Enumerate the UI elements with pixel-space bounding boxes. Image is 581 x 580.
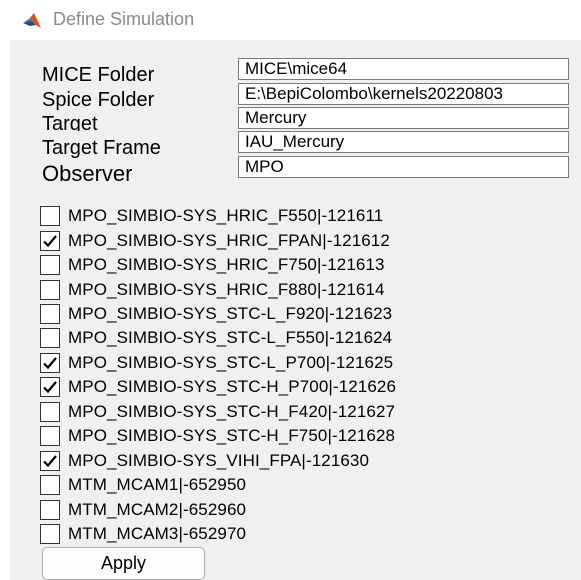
checkbox[interactable] xyxy=(40,524,60,544)
checkmark-icon xyxy=(43,235,57,248)
instrument-checkbox-row[interactable]: MPO_SIMBIO-SYS_HRIC_F880|-121614 xyxy=(40,278,560,302)
checkbox[interactable] xyxy=(40,280,60,300)
instrument-label: MPO_SIMBIO-SYS_STC-L_F920|-121623 xyxy=(68,304,393,323)
checkbox[interactable] xyxy=(40,475,60,495)
instrument-checkbox-row[interactable]: MPO_SIMBIO-SYS_VIHI_FPA|-121630 xyxy=(40,449,560,473)
instrument-label: MPO_SIMBIO-SYS_STC-L_P700|-121625 xyxy=(68,353,394,372)
instrument-label: MPO_SIMBIO-SYS_HRIC_F750|-121613 xyxy=(68,255,385,274)
checkbox[interactable] xyxy=(40,402,60,422)
instrument-label: MTM_MCAM1|-652950 xyxy=(68,475,247,494)
matlab-logo-icon xyxy=(22,11,42,31)
spice-folder-field[interactable] xyxy=(238,83,569,105)
checkbox[interactable] xyxy=(40,304,60,324)
checkbox[interactable] xyxy=(40,500,60,520)
instrument-label: MPO_SIMBIO-SYS_STC-L_F550|-121624 xyxy=(68,328,393,347)
instrument-label: MTM_MCAM3|-652970 xyxy=(68,524,247,543)
instrument-checkbox-row[interactable]: MPO_SIMBIO-SYS_STC-L_P700|-121625 xyxy=(40,351,560,375)
target-frame-field[interactable] xyxy=(238,131,569,153)
instrument-label: MTM_MCAM2|-652960 xyxy=(68,500,247,519)
instrument-checkbox-row[interactable]: MPO_SIMBIO-SYS_STC-L_F920|-121623 xyxy=(40,302,560,326)
checkbox[interactable] xyxy=(40,206,60,226)
instrument-checkbox-row[interactable]: MPO_SIMBIO-SYS_STC-L_F550|-121624 xyxy=(40,326,560,350)
instrument-label: MPO_SIMBIO-SYS_STC-H_F750|-121628 xyxy=(68,426,396,445)
instrument-label: MPO_SIMBIO-SYS_STC-H_F420|-121627 xyxy=(68,402,396,421)
instrument-checkbox-row[interactable]: MTM_MCAM3|-652970 xyxy=(40,522,560,546)
instrument-checkbox-row[interactable]: MPO_SIMBIO-SYS_STC-H_F750|-121628 xyxy=(40,424,560,448)
instrument-checkbox-row[interactable]: MPO_SIMBIO-SYS_HRIC_F550|-121611 xyxy=(40,204,560,228)
mice-folder-label: MICE Folder xyxy=(42,64,155,86)
checkbox[interactable] xyxy=(40,377,60,397)
checkbox[interactable] xyxy=(40,426,60,446)
instrument-label: MPO_SIMBIO-SYS_HRIC_F880|-121614 xyxy=(68,280,385,299)
define-simulation-window: Define Simulation MICE Folder Spice Fold… xyxy=(0,0,581,580)
checkbox[interactable] xyxy=(40,353,60,373)
window-edge xyxy=(0,0,10,580)
observer-field[interactable] xyxy=(238,156,569,178)
instrument-checkbox-row[interactable]: MTM_MCAM1|-652950 xyxy=(40,473,560,497)
mice-folder-field[interactable] xyxy=(238,58,569,80)
checkmark-icon xyxy=(43,455,57,468)
instrument-checkbox-row[interactable]: MPO_SIMBIO-SYS_HRIC_FPAN|-121612 xyxy=(40,229,560,253)
instrument-label: MPO_SIMBIO-SYS_VIHI_FPA|-121630 xyxy=(68,451,370,470)
instrument-label: MPO_SIMBIO-SYS_HRIC_FPAN|-121612 xyxy=(68,231,390,250)
instrument-checkbox-row[interactable]: MPO_SIMBIO-SYS_STC-H_P700|-121626 xyxy=(40,375,560,399)
checkbox[interactable] xyxy=(40,231,60,251)
instrument-checkbox-row[interactable]: MTM_MCAM2|-652960 xyxy=(40,498,560,522)
checkbox[interactable] xyxy=(40,328,60,348)
checkbox[interactable] xyxy=(40,255,60,275)
instrument-checkbox-row[interactable]: MPO_SIMBIO-SYS_HRIC_F750|-121613 xyxy=(40,253,560,277)
apply-button[interactable]: Apply xyxy=(42,547,205,580)
instrument-label: MPO_SIMBIO-SYS_HRIC_F550|-121611 xyxy=(68,206,384,225)
instrument-checkbox-row[interactable]: MPO_SIMBIO-SYS_STC-H_F420|-121627 xyxy=(40,400,560,424)
target-frame-label: Target Frame xyxy=(42,137,161,159)
target-field[interactable] xyxy=(238,107,569,129)
checkbox[interactable] xyxy=(40,451,60,471)
checkmark-icon xyxy=(43,381,57,394)
window-title: Define Simulation xyxy=(53,9,195,29)
checkmark-icon xyxy=(43,357,57,370)
spice-folder-label: Spice Folder xyxy=(42,89,155,111)
target-label: Target xyxy=(42,113,98,131)
instrument-label: MPO_SIMBIO-SYS_STC-H_P700|-121626 xyxy=(68,377,397,396)
observer-label: Observer xyxy=(42,162,133,186)
